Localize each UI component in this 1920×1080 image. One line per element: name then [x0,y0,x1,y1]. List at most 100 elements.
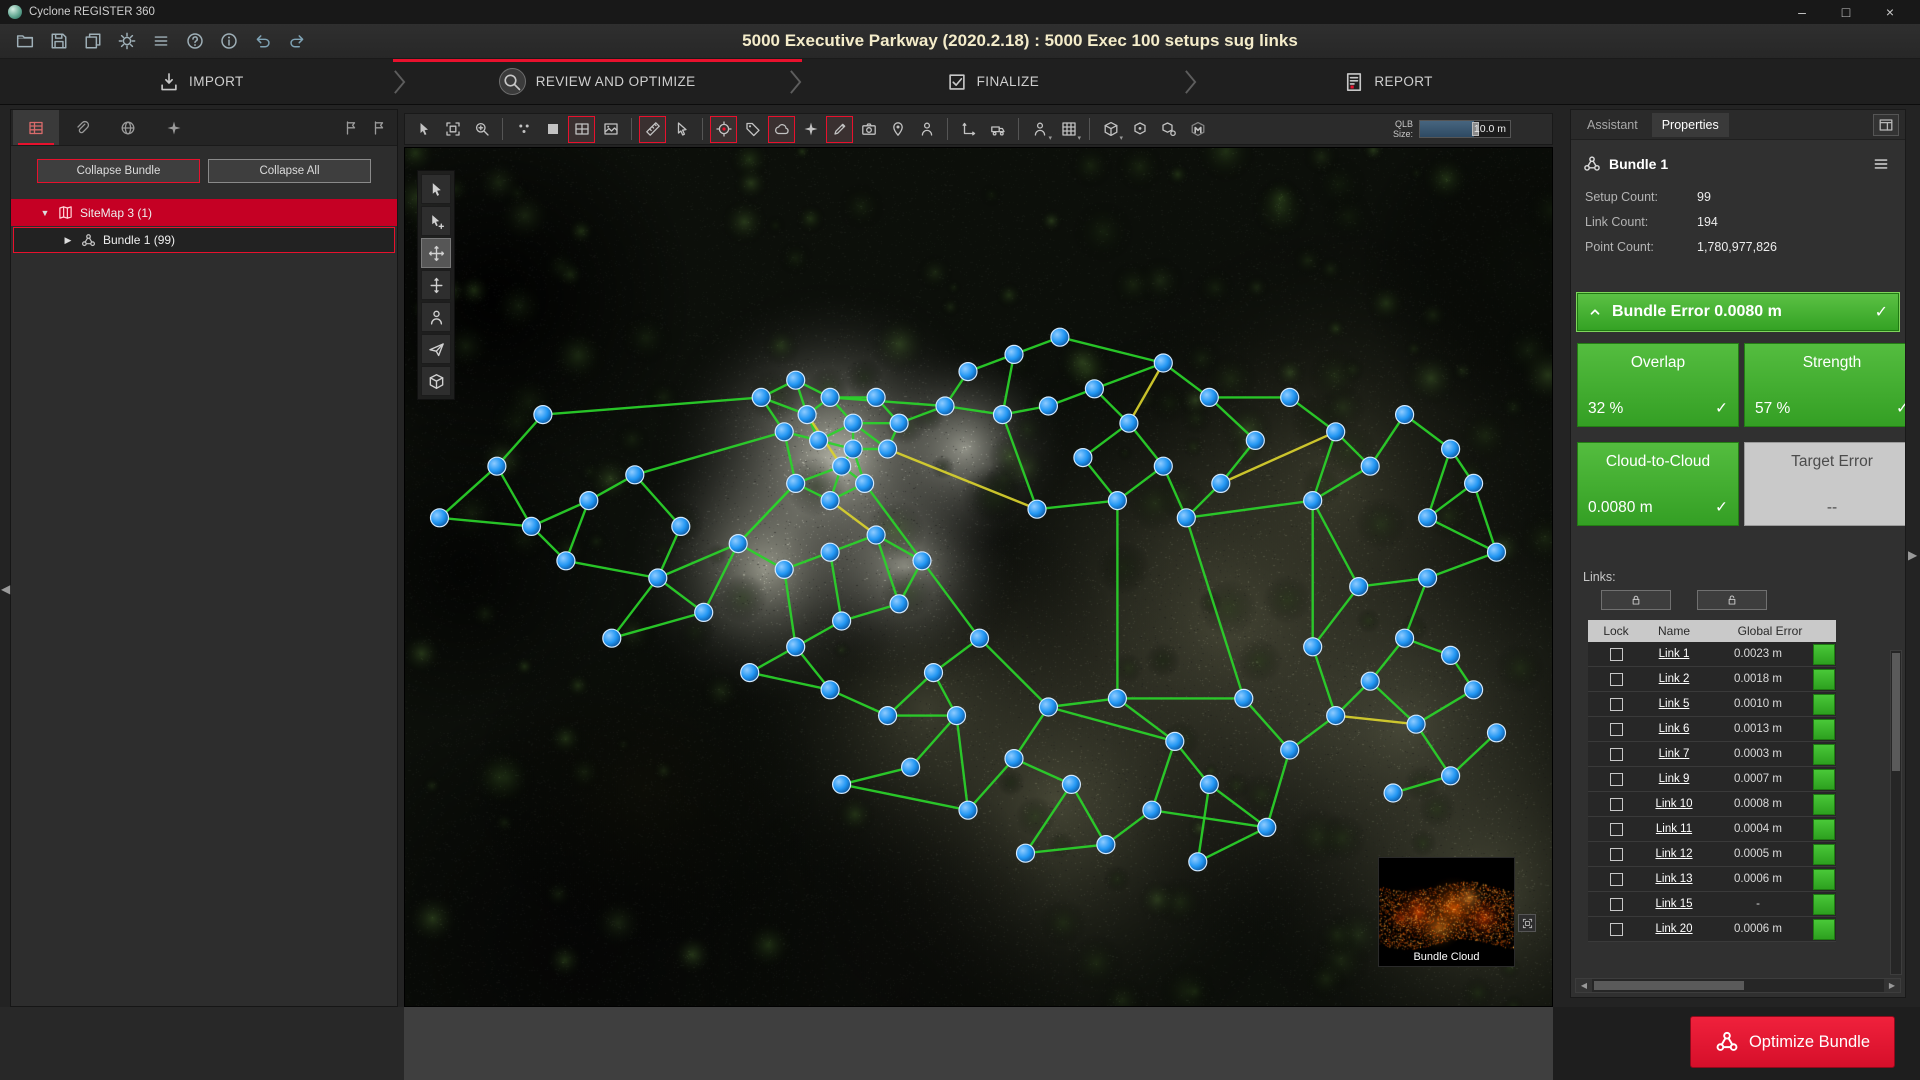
setup-node[interactable] [867,526,885,544]
setup-node[interactable] [1396,406,1414,424]
setup-node[interactable] [1361,457,1379,475]
open-project-button[interactable] [10,27,40,55]
move-setup-button[interactable] [955,116,982,143]
registration-link[interactable] [1336,716,1416,725]
registration-link[interactable] [1071,784,1106,844]
setup-node[interactable] [1017,844,1035,862]
vehicle-path-button[interactable] [984,116,1011,143]
registration-link[interactable] [497,466,532,526]
setup-node[interactable] [1488,543,1506,561]
link-row-link-2[interactable]: Link 20.0018 m [1588,667,1836,692]
registration-link[interactable] [1313,647,1336,716]
registration-link[interactable] [1198,827,1267,861]
setup-node[interactable] [1108,689,1126,707]
setup-node[interactable] [787,474,805,492]
link-name-cell[interactable]: Link 5 [1644,698,1704,710]
link-row-link-11[interactable]: Link 110.0004 m [1588,817,1836,842]
link-row-link-1[interactable]: Link 10.0023 m [1588,642,1836,667]
visual-alignment-button[interactable]: ▾ [1026,116,1053,143]
setup-node[interactable] [856,474,874,492]
project-explorer-tab[interactable] [13,110,59,145]
workflow-tab-import[interactable]: IMPORT [10,59,393,104]
bundle-cloud-thumbnail[interactable]: Bundle Cloud [1378,857,1515,967]
optimize-bundle-button[interactable]: Optimize Bundle [1690,1016,1895,1068]
setup-node[interactable] [580,492,598,510]
registration-link[interactable] [1405,578,1428,638]
measure-button[interactable] [639,116,666,143]
settings-button[interactable] [112,27,142,55]
registration-link[interactable] [957,716,969,811]
add-label-button[interactable] [739,116,766,143]
workflow-tab-finalize[interactable]: FINALIZE [802,59,1185,104]
setup-node[interactable] [1166,732,1184,750]
lock-checkbox[interactable] [1610,848,1623,861]
setup-node[interactable] [522,517,540,535]
cloud-display-button[interactable]: ▾ [1055,116,1082,143]
draw-link-button[interactable] [826,116,853,143]
link-name-cell[interactable]: Link 7 [1644,748,1704,760]
setup-node[interactable] [1407,715,1425,733]
walk-mode-tool-button[interactable] [421,302,451,332]
setup-node[interactable] [775,560,793,578]
tree-item-bundle-1-99[interactable]: ▶Bundle 1 (99) [13,227,395,253]
link-name-cell[interactable]: Link 1 [1644,648,1704,660]
setup-node[interactable] [821,543,839,561]
setup-node[interactable] [534,406,552,424]
setup-node[interactable] [1177,509,1195,527]
column-header-name[interactable]: Name [1644,624,1704,638]
collapse-left-panel-arrow[interactable]: ◀ [1,582,10,596]
registration-link[interactable] [1428,552,1497,578]
setup-node[interactable] [649,569,667,587]
registration-link[interactable] [1060,337,1163,363]
setup-node[interactable] [1039,397,1057,415]
setup-node[interactable] [1154,354,1172,372]
link-row-link-12[interactable]: Link 120.0005 m [1588,842,1836,867]
undo-button[interactable] [248,27,278,55]
setup-node[interactable] [729,535,747,553]
setup-node[interactable] [1005,345,1023,363]
workflow-tab-review-and-optimize[interactable]: REVIEW AND OPTIMIZE [406,59,789,104]
setup-node[interactable] [833,612,851,630]
setup-node[interactable] [890,414,908,432]
add-geotag-button[interactable] [884,116,911,143]
registration-link[interactable] [566,561,658,578]
setup-node[interactable] [695,603,713,621]
tree-toggle-icon[interactable]: ▶ [62,235,74,246]
link-name-cell[interactable]: Link 9 [1644,773,1704,785]
right-panel-window-button[interactable] [1873,114,1899,136]
setup-node[interactable] [603,629,621,647]
thumbnail-detach-button[interactable] [1518,914,1536,932]
collapse-bundle-button[interactable]: Collapse Bundle [37,159,200,183]
link-row-link-5[interactable]: Link 50.0010 m [1588,692,1836,717]
setup-node[interactable] [1442,767,1460,785]
setup-node[interactable] [1361,672,1379,690]
registration-link[interactable] [497,415,543,467]
fly-mode-tool-button[interactable] [421,334,451,364]
auto-cloud-button[interactable] [797,116,824,143]
setup-node[interactable] [879,707,897,725]
lock-checkbox[interactable] [1610,673,1623,686]
registration-link[interactable] [1186,518,1244,699]
setup-node[interactable] [1327,423,1345,441]
setup-node[interactable] [1005,750,1023,768]
link-name-cell[interactable]: Link 12 [1644,848,1704,860]
zoom-window-button[interactable] [439,116,466,143]
setup-node[interactable] [787,638,805,656]
setup-node[interactable] [994,406,1012,424]
collapse-all-button[interactable]: Collapse All [208,159,371,183]
setup-node[interactable] [1085,380,1103,398]
setup-node[interactable] [672,517,690,535]
setup-node[interactable] [1327,707,1345,725]
lock-checkbox[interactable] [1610,923,1623,936]
link-row-link-6[interactable]: Link 60.0013 m [1588,717,1836,742]
setup-node[interactable] [1062,775,1080,793]
filter-flag-1-button[interactable] [339,116,363,140]
minimize-button[interactable]: – [1780,0,1824,24]
close-button[interactable]: × [1868,0,1912,24]
scroll-left-arrow[interactable]: ◀ [1576,979,1592,992]
registration-link[interactable] [1094,363,1163,389]
select-tool-button[interactable] [421,174,451,204]
event-log-button[interactable] [146,27,176,55]
lock-selected-button[interactable] [1601,590,1671,610]
registration-link[interactable] [842,784,968,810]
